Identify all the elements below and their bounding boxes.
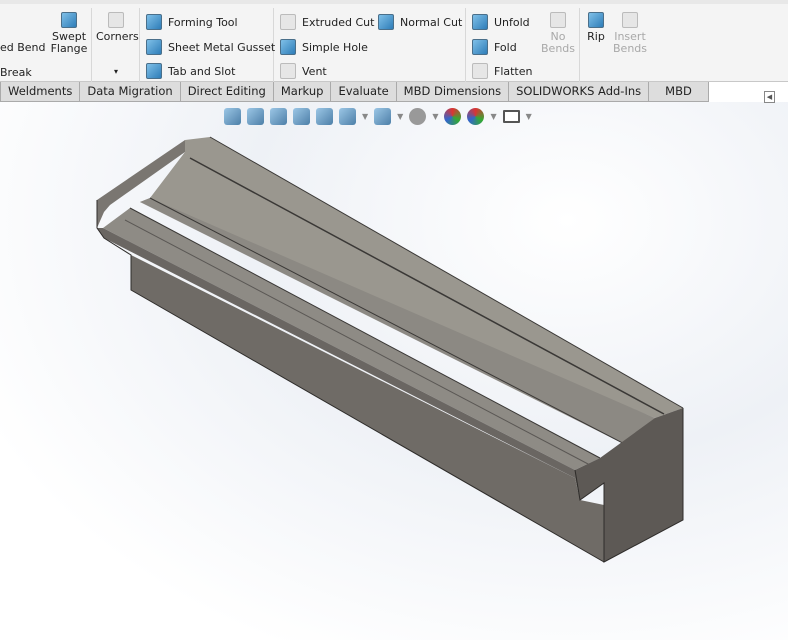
ribbon-group-corners: Corners ▾ xyxy=(92,8,140,84)
normal-cut-icon xyxy=(378,14,394,30)
flatten-button[interactable]: Flatten xyxy=(472,63,533,79)
ribbon-group-bends: ed Bend Break Swept Flange xyxy=(0,8,92,84)
previous-view-icon[interactable] xyxy=(270,108,287,125)
tab-markup[interactable]: Markup xyxy=(272,82,332,102)
label: Normal Cut xyxy=(400,15,463,29)
tab-and-slot-button[interactable]: Tab and Slot xyxy=(146,63,235,79)
fold-button[interactable]: Fold xyxy=(472,39,517,55)
label: Insert Bends xyxy=(613,30,647,55)
collapse-panel-icon[interactable]: ◀ xyxy=(764,91,775,103)
label: Flatten xyxy=(494,64,533,78)
label: Extruded Cut xyxy=(302,15,375,29)
vent-icon xyxy=(280,63,296,79)
swept-flange-icon xyxy=(61,12,77,28)
corners-button[interactable]: Corners xyxy=(96,12,139,43)
extruded-cut-button[interactable]: Extruded Cut xyxy=(280,14,374,30)
graphics-viewport[interactable] xyxy=(0,102,788,640)
unfold-icon xyxy=(472,14,488,30)
ribbon-group-unfold: Unfold Fold Flatten No Bends xyxy=(466,8,580,84)
no-bends-button[interactable]: No Bends xyxy=(540,12,576,55)
zoom-to-area-icon[interactable] xyxy=(247,108,264,125)
tab-mbd[interactable]: MBD xyxy=(648,82,709,102)
sheet-metal-part[interactable] xyxy=(0,102,788,640)
ribbon-group-forming: Forming Tool Sheet Metal Gusset Tab and … xyxy=(140,8,275,84)
command-manager-tabs: Weldments Data Migration Direct Editing … xyxy=(0,82,709,102)
insert-bends-icon xyxy=(622,12,638,28)
chevron-down-icon[interactable]: ▼ xyxy=(397,112,403,121)
chevron-down-icon[interactable]: ▼ xyxy=(362,112,368,121)
fold-icon xyxy=(472,39,488,55)
view-settings-monitor-icon[interactable] xyxy=(502,110,520,123)
label: No Bends xyxy=(541,30,575,55)
label: Tab and Slot xyxy=(168,64,236,78)
tab-direct-editing[interactable]: Direct Editing xyxy=(179,82,274,102)
label: Unfold xyxy=(494,15,530,29)
zoom-to-fit-icon[interactable] xyxy=(224,108,241,125)
heads-up-view-toolbar: ▼ ▼ ▼ ▼ ▼ xyxy=(224,108,532,125)
ribbon-item-sketched-bend[interactable]: ed Bend xyxy=(0,41,46,54)
label: Vent xyxy=(302,64,327,78)
corners-icon xyxy=(108,12,124,28)
ribbon-item-break[interactable]: Break xyxy=(0,66,32,79)
insert-bends-button[interactable]: Insert Bends xyxy=(612,12,648,55)
chevron-down-icon[interactable]: ▼ xyxy=(526,112,532,121)
no-bends-icon xyxy=(550,12,566,28)
label: Rip xyxy=(587,30,605,43)
chevron-down-icon[interactable]: ▼ xyxy=(490,112,496,121)
simple-hole-icon xyxy=(280,39,296,55)
ribbon-group-rip: Rip Insert Bends xyxy=(580,8,650,84)
label: Corners xyxy=(96,30,139,43)
tab-weldments[interactable]: Weldments xyxy=(0,82,81,102)
extruded-cut-icon xyxy=(280,14,296,30)
edit-appearance-icon[interactable] xyxy=(444,108,462,125)
display-style-icon[interactable] xyxy=(374,108,392,125)
simple-hole-button[interactable]: Simple Hole xyxy=(280,39,368,55)
label: Swept Flange xyxy=(50,30,88,55)
hide-show-eye-icon[interactable] xyxy=(409,108,427,125)
unfold-button[interactable]: Unfold xyxy=(472,14,530,30)
label: Fold xyxy=(494,40,517,54)
gusset-icon xyxy=(146,39,162,55)
tab-solidworks-add-ins[interactable]: SOLIDWORKS Add-Ins xyxy=(508,82,650,102)
section-view-icon[interactable] xyxy=(293,108,310,125)
apply-scene-icon[interactable] xyxy=(467,108,485,125)
rip-button[interactable]: Rip xyxy=(583,12,609,43)
forming-tool-button[interactable]: Forming Tool xyxy=(146,14,238,30)
swept-flange-button[interactable]: Swept Flange xyxy=(50,12,88,55)
label: Sheet Metal Gusset xyxy=(168,40,276,54)
normal-cut-button[interactable]: Normal Cut xyxy=(378,14,462,30)
label: Simple Hole xyxy=(302,40,368,54)
tab-data-migration[interactable]: Data Migration xyxy=(79,82,181,102)
label: ed Bend xyxy=(0,41,46,54)
forming-tool-icon xyxy=(146,14,162,30)
command-manager-ribbon: ed Bend Break Swept Flange Corners ▾ For… xyxy=(0,0,788,84)
ribbon-group-cuts: Extruded Cut Normal Cut Simple Hole Vent xyxy=(274,8,466,84)
tab-slot-icon xyxy=(146,63,162,79)
chevron-down-icon[interactable]: ▼ xyxy=(432,112,438,121)
view-orientation-icon[interactable] xyxy=(339,108,356,125)
sheet-metal-gusset-button[interactable]: Sheet Metal Gusset xyxy=(146,39,275,55)
dynamic-annotation-icon[interactable] xyxy=(316,108,333,125)
label: Break xyxy=(0,66,32,79)
tab-evaluate[interactable]: Evaluate xyxy=(330,82,397,102)
flatten-icon xyxy=(472,63,488,79)
tab-mbd-dimensions[interactable]: MBD Dimensions xyxy=(395,82,510,102)
label: Forming Tool xyxy=(168,15,238,29)
vent-button[interactable]: Vent xyxy=(280,63,327,79)
corners-dropdown[interactable]: ▾ xyxy=(106,66,126,78)
rip-icon xyxy=(588,12,604,28)
